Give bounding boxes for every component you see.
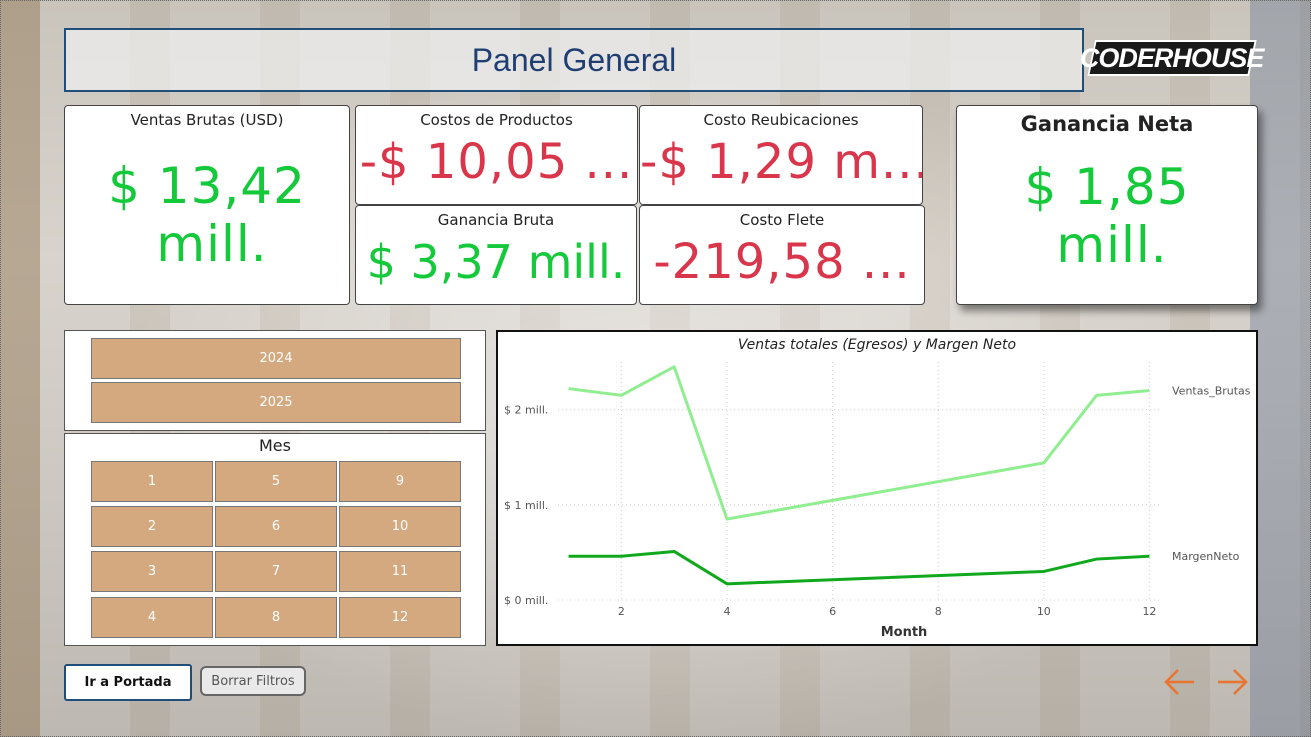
kpi-costo-reubicaciones: Costo Reubicaciones -$ 1,29 m... [639,105,923,205]
kpi-value: $ 3,37 mill. [366,235,626,289]
x-tick-label: 2 [618,605,625,618]
kpi-value: $ 13,42 [108,157,306,215]
series-label: Ventas_Brutas [1172,385,1251,398]
year-slicer: 2024 2025 [64,330,486,431]
dashboard-canvas: Panel General CODERHOUSE Ventas Brutas (… [0,0,1311,737]
kpi-costo-flete: Costo Flete -219,58 ... [639,205,925,305]
kpi-value-unit: mill. [156,215,268,273]
kpi-value: $ 1,85 [1024,158,1190,216]
month-button[interactable]: 8 [215,597,337,638]
series-label: MargenNeto [1172,550,1240,563]
kpi-ventas-brutas: Ventas Brutas (USD) $ 13,42 mill. [64,105,350,305]
series-line-Ventas_Brutas [568,365,1150,521]
month-button[interactable]: 2 [91,506,213,547]
kpi-label: Costo Reubicaciones [703,111,859,129]
month-button[interactable]: 1 [91,461,213,502]
y-tick-label: $ 2 mill. [504,404,548,417]
arrow-left-icon[interactable] [1162,664,1198,700]
month-button[interactable]: 9 [339,461,461,502]
line-chart-svg: Ventas totales (Egresos) y Margen Neto M… [504,337,1251,640]
month-slicer-title: Mes [259,436,291,455]
kpi-value: -$ 1,29 m... [640,134,923,190]
x-tick-label: 6 [829,605,836,618]
month-button[interactable]: 4 [91,597,213,638]
go-home-button[interactable]: Ir a Portada [64,664,192,701]
month-button[interactable]: 3 [91,551,213,592]
coderhouse-logo: CODERHOUSE [1080,40,1264,76]
month-button[interactable]: 7 [215,551,337,592]
x-tick-label: 4 [723,605,730,618]
kpi-value-unit: mill. [1056,216,1168,274]
kpi-label: Ganancia Neta [1020,112,1194,136]
month-button[interactable]: 10 [339,506,461,547]
sales-margin-chart: Ventas totales (Egresos) y Margen Neto M… [496,330,1258,646]
kpi-value: -219,58 ... [653,234,911,290]
page-title-box: Panel General [64,28,1084,92]
year-2024-button[interactable]: 2024 [91,338,461,379]
year-2025-button[interactable]: 2025 [91,382,461,423]
logo-text: CODERHOUSE [1080,42,1264,73]
arrow-right-icon[interactable] [1214,664,1250,700]
page-title: Panel General [471,41,677,78]
kpi-label: Ganancia Bruta [437,211,555,229]
y-tick-label: $ 0 mill. [504,594,548,607]
month-button[interactable]: 12 [339,597,461,638]
kpi-costos-productos: Costos de Productos -$ 10,05 ... [355,105,638,205]
clear-filters-button[interactable]: Borrar Filtros [200,666,306,696]
x-tick-label: 10 [1037,605,1051,618]
chart-x-axis-label: Month [881,625,928,640]
kpi-ganancia-bruta: Ganancia Bruta $ 3,37 mill. [355,205,637,305]
month-button[interactable]: 11 [339,551,461,592]
chart-title: Ventas totales (Egresos) y Margen Neto [738,337,1016,353]
month-button[interactable]: 6 [215,506,337,547]
kpi-label: Costo Flete [739,211,825,229]
kpi-value: -$ 10,05 ... [359,134,634,190]
month-slicer: Mes 1 5 9 2 6 10 3 7 11 4 8 12 [64,433,486,646]
kpi-label: Ventas Brutas (USD) [130,111,284,129]
x-tick-label: 8 [935,605,942,618]
month-button[interactable]: 5 [215,461,337,502]
kpi-label: Costos de Productos [420,111,573,129]
series-line-MargenNeto [568,549,1150,586]
kpi-ganancia-neta: Ganancia Neta $ 1,85 mill. [956,105,1258,305]
y-tick-label: $ 1 mill. [504,499,548,512]
x-tick-label: 12 [1142,605,1156,618]
